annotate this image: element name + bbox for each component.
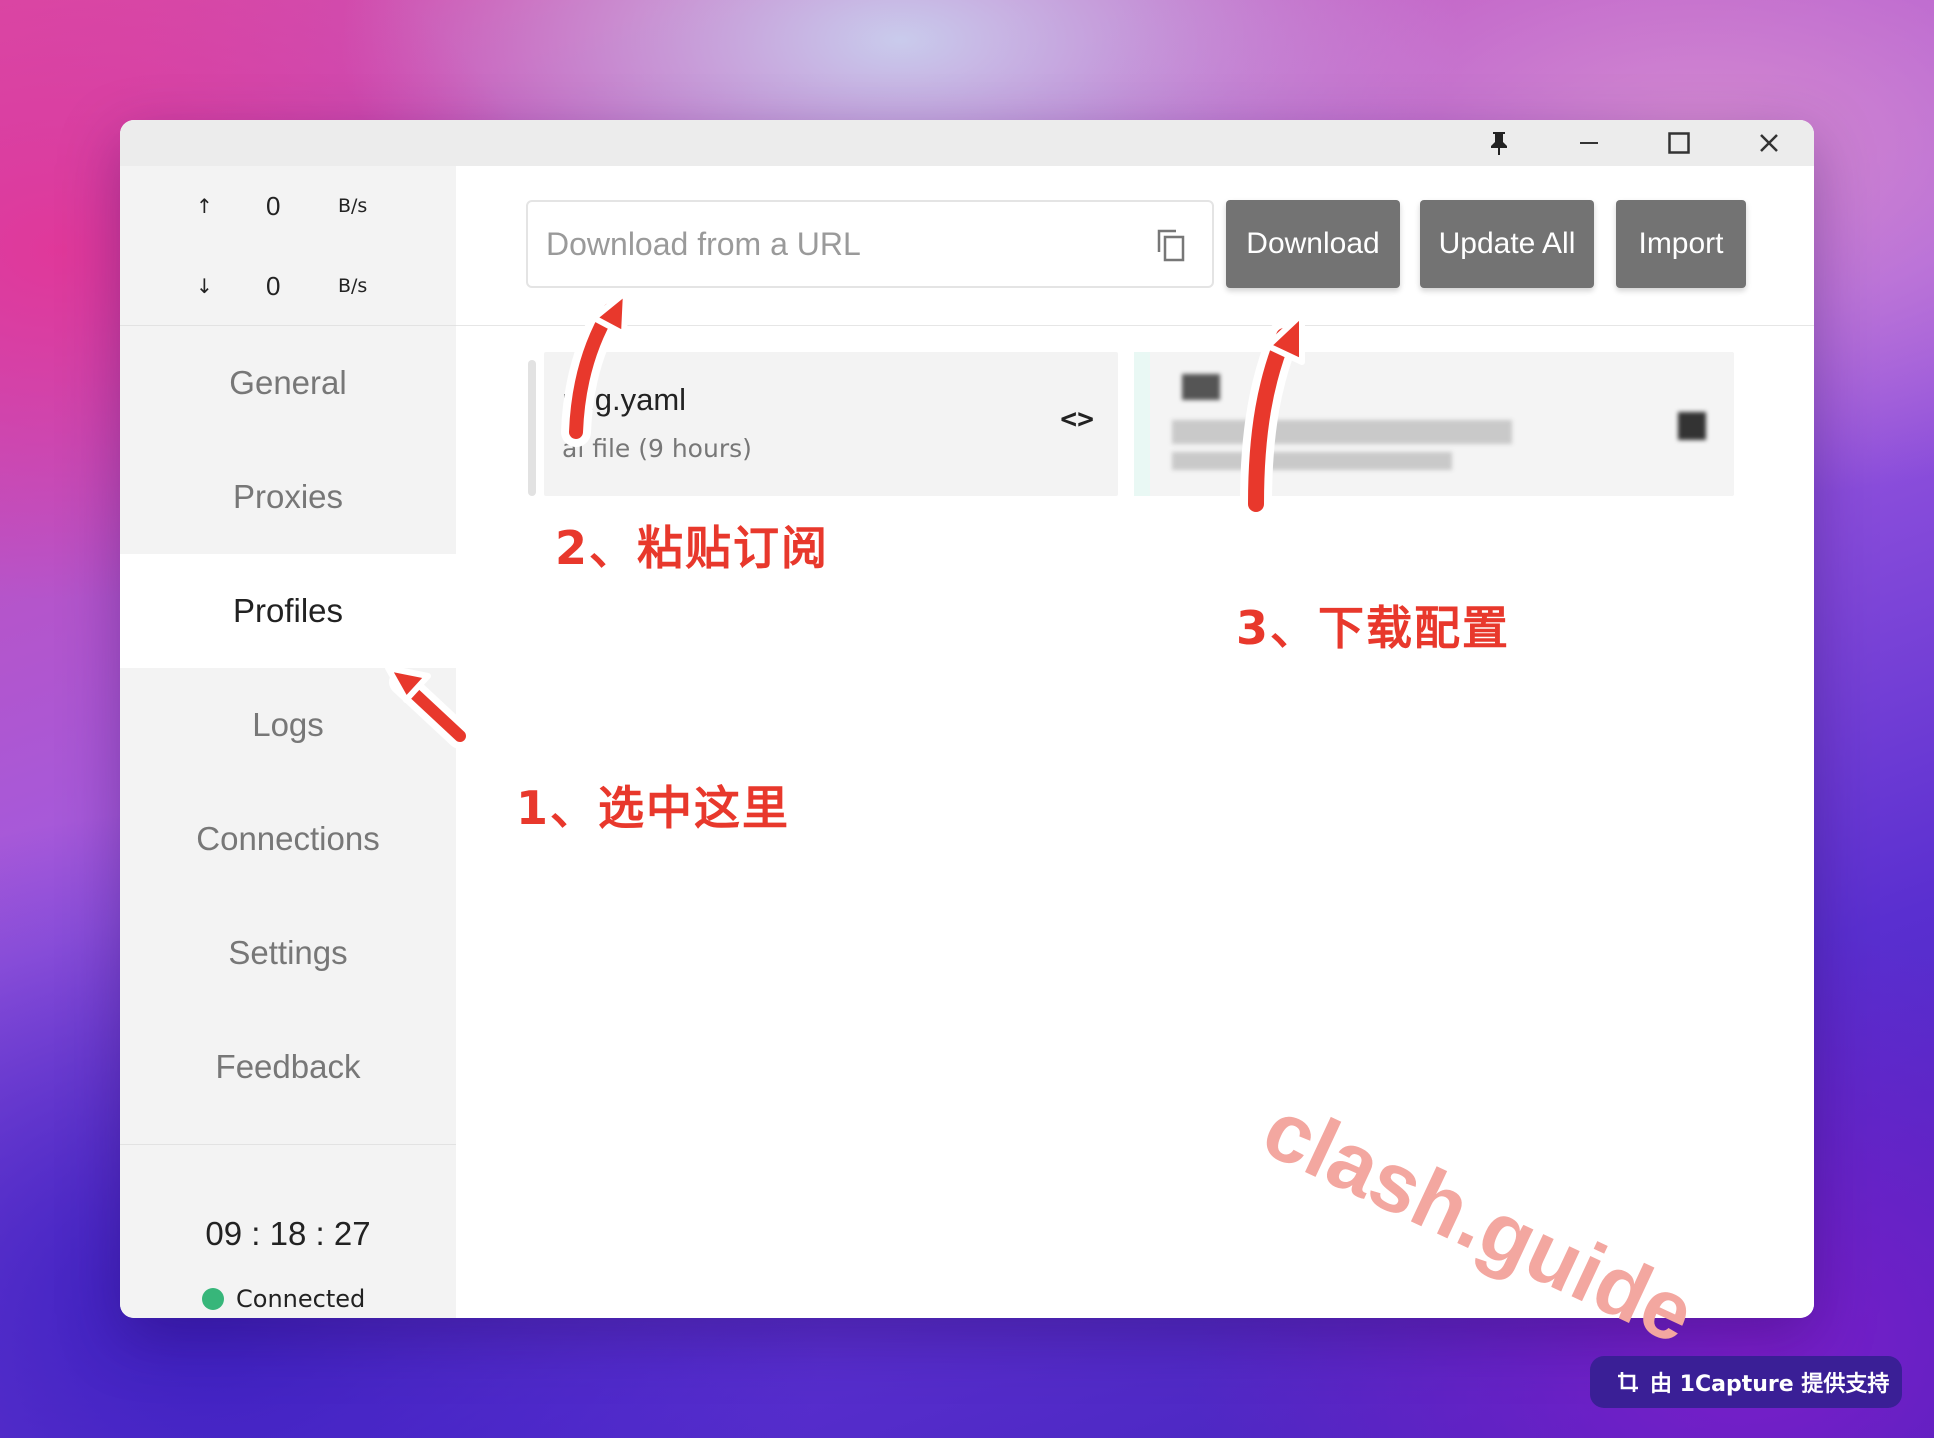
profile-name: nfig.yaml [562, 382, 687, 417]
edit-code-icon[interactable]: <> [1060, 402, 1094, 435]
minimize-icon [1580, 142, 1598, 144]
crop-icon [1618, 1372, 1638, 1392]
upload-speed: ↑ 0 B/s [120, 186, 456, 226]
download-arrow-icon: ↓ [196, 274, 213, 298]
redacted-subtitle [1172, 452, 1452, 470]
annotation-step1: 1、选中这里 [516, 781, 791, 835]
sidebar-item-connections[interactable]: Connections [120, 782, 456, 896]
upload-unit: B/s [338, 195, 368, 217]
traffic-stats: ↑ 0 B/s ↓ 0 B/s [120, 166, 456, 326]
profile-card-redacted[interactable] [1134, 352, 1734, 496]
capture-badge: 由 1Capture 提供支持 [1590, 1356, 1902, 1408]
connection-status-label: Connected [236, 1285, 366, 1313]
update-all-button[interactable]: Update All [1420, 200, 1594, 288]
download-value: 0 [266, 270, 281, 301]
close-button[interactable] [1724, 120, 1814, 166]
upload-value: 0 [266, 190, 281, 221]
sidebar-item-profiles[interactable]: Profiles [120, 554, 456, 668]
sidebar: ↑ 0 B/s ↓ 0 B/s General Proxies Profiles… [120, 166, 456, 1318]
sidebar-item-general[interactable]: General [120, 326, 456, 440]
redacted-icon [1182, 374, 1220, 400]
redacted-action-icon [1678, 412, 1706, 440]
maximize-button[interactable] [1634, 120, 1724, 166]
clash-window: ↑ 0 B/s ↓ 0 B/s General Proxies Profiles… [120, 120, 1814, 1318]
maximize-icon [1668, 132, 1690, 154]
pin-button[interactable] [1454, 120, 1544, 166]
paste-icon[interactable] [1156, 228, 1186, 262]
title-bar [120, 120, 1814, 166]
download-button[interactable]: Download [1226, 200, 1400, 288]
redacted-title [1172, 420, 1512, 444]
profile-subtitle: al file (9 hours) [562, 434, 752, 463]
sidebar-nav: General Proxies Profiles Logs Connection… [120, 326, 456, 1124]
download-speed: ↓ 0 B/s [120, 266, 456, 306]
active-accent [1134, 352, 1150, 496]
url-input[interactable] [546, 216, 1106, 272]
annotation-step3: 3、下载配置 [1236, 601, 1511, 655]
download-unit: B/s [338, 275, 368, 297]
sidebar-item-feedback[interactable]: Feedback [120, 1010, 456, 1124]
uptime-clock: 09 : 18 : 27 [205, 1215, 371, 1252]
pin-icon [1491, 132, 1507, 155]
annotation-step2: 2、粘贴订阅 [555, 521, 830, 575]
connection-status: Connected [202, 1285, 365, 1313]
sidebar-footer: 09 : 18 : 27 Connected [120, 1144, 456, 1318]
sidebar-item-logs[interactable]: Logs [120, 668, 456, 782]
close-icon [1760, 134, 1778, 152]
capture-badge-label: 由 1Capture 提供支持 [1650, 1372, 1890, 1397]
sidebar-item-settings[interactable]: Settings [120, 896, 456, 1010]
upload-arrow-icon: ↑ [196, 194, 213, 218]
status-dot-icon [202, 1288, 224, 1310]
profiles-toolbar: Download Update All Import [456, 166, 1814, 326]
url-input-box [526, 200, 1214, 288]
profiles-page: Download Update All Import nfig.yaml al … [456, 166, 1814, 1318]
profile-card[interactable]: nfig.yaml al file (9 hours) <> [544, 352, 1118, 496]
import-button[interactable]: Import [1616, 200, 1746, 288]
minimize-button[interactable] [1544, 120, 1634, 166]
sidebar-item-proxies[interactable]: Proxies [120, 440, 456, 554]
scroll-indicator [528, 360, 536, 496]
